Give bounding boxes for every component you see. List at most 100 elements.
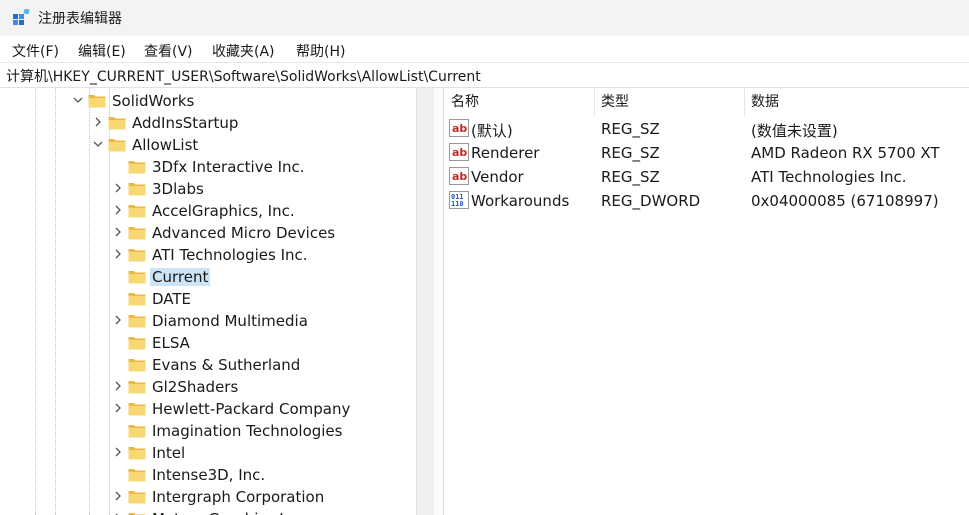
folder-icon (128, 403, 146, 416)
chevron-right-icon[interactable] (112, 182, 124, 194)
folder-icon (128, 447, 146, 460)
value-row[interactable]: ab (默认) REG_SZ (数值未设置) (444, 117, 969, 141)
tree-node-label: Intergraph Corporation (152, 488, 325, 506)
tree-node[interactable]: Intergraph Corporation (4, 486, 416, 508)
value-data: ATI Technologies Inc. (751, 168, 907, 186)
folder-icon (128, 337, 146, 350)
menu-help[interactable]: 帮助(H) (296, 41, 345, 61)
value-type: REG_SZ (601, 168, 660, 186)
value-type: REG_SZ (601, 144, 660, 162)
menu-view[interactable]: 查看(V) (144, 41, 193, 61)
window-title: 注册表编辑器 (38, 11, 122, 27)
tree-node[interactable]: Matrox Graphics Inc. (4, 508, 416, 515)
folder-icon (128, 381, 146, 394)
value-name: (默认) (471, 122, 513, 140)
tree-scrollbar[interactable] (416, 88, 435, 515)
menu-file[interactable]: 文件(F) (12, 41, 59, 61)
title-bar: 注册表编辑器 (0, 0, 969, 36)
tree-node[interactable]: Gl2Shaders (4, 376, 416, 398)
svg-text:ab: ab (452, 146, 467, 159)
tree-node[interactable]: Hewlett-Packard Company (4, 398, 416, 420)
tree-node[interactable]: Evans & Sutherland (4, 354, 416, 376)
tree-node[interactable]: Diamond Multimedia (4, 310, 416, 332)
folder-icon (128, 205, 146, 218)
tree-node-label: ELSA (152, 334, 190, 352)
tree-node[interactable]: ELSA (4, 332, 416, 354)
key-tree[interactable]: SolidWorks AddInsStartup AllowList 3Dfx Int… (4, 88, 416, 515)
chevron-right-icon[interactable] (112, 204, 124, 216)
values-list[interactable]: 名称 类型 数据 ab (默认) REG_SZ (数值未设置) ab Renderer RE… (444, 88, 969, 515)
tree-node[interactable]: Advanced Micro Devices (4, 222, 416, 244)
value-type: REG_DWORD (601, 192, 701, 210)
value-type: REG_SZ (601, 120, 660, 138)
chevron-right-icon[interactable] (112, 226, 124, 238)
column-header-name[interactable]: 名称 (444, 88, 594, 116)
value-row[interactable]: ab Renderer REG_SZ AMD Radeon RX 5700 XT (444, 141, 969, 165)
tree-node[interactable]: AddInsStartup (4, 112, 416, 134)
tree-node-label: AccelGraphics, Inc. (152, 202, 295, 220)
tree-node-label: Intense3D, Inc. (152, 466, 266, 484)
tree-node-label: Evans & Sutherland (152, 356, 301, 374)
chevron-right-icon[interactable] (92, 116, 104, 128)
chevron-right-icon[interactable] (112, 248, 124, 260)
tree-node[interactable]: AllowList (4, 134, 416, 156)
tree-node[interactable]: 3Dlabs (4, 178, 416, 200)
tree-node-label: ATI Technologies Inc. (152, 246, 308, 264)
tree-node[interactable]: Intense3D, Inc. (4, 464, 416, 486)
pane-splitter[interactable] (434, 88, 444, 515)
tree-node-label: Imagination Technologies (152, 422, 343, 440)
chevron-right-icon[interactable] (112, 446, 124, 458)
tree-node[interactable]: Imagination Technologies (4, 420, 416, 442)
chevron-right-icon[interactable] (112, 314, 124, 326)
folder-icon (128, 161, 146, 174)
tree-node-label: AllowList (132, 136, 199, 154)
tree-node[interactable]: Intel (4, 442, 416, 464)
string-value-icon: ab (449, 167, 469, 185)
tree-node-label-selected: Current (150, 268, 211, 286)
value-row[interactable]: ab Vendor REG_SZ ATI Technologies Inc. (444, 165, 969, 189)
tree-node[interactable]: DATE (4, 288, 416, 310)
column-header-data[interactable]: 数据 (744, 88, 969, 116)
chevron-down-icon[interactable] (72, 94, 84, 106)
folder-icon (128, 359, 146, 372)
value-data: AMD Radeon RX 5700 XT (751, 144, 940, 162)
folder-icon (128, 513, 146, 515)
tree-node-label: 3Dlabs (152, 180, 204, 198)
tree-node-label: Matrox Graphics Inc. (150, 510, 308, 515)
tree-node-label: Hewlett-Packard Company (152, 400, 351, 418)
column-header-type[interactable]: 类型 (594, 88, 744, 116)
tree-node-label: DATE (152, 290, 192, 308)
tree-node[interactable]: ATI Technologies Inc. (4, 244, 416, 266)
address-bar[interactable]: 计算机\HKEY_CURRENT_USER\Software\SolidWork… (0, 63, 969, 88)
menu-edit[interactable]: 编辑(E) (78, 41, 126, 61)
folder-icon (128, 425, 146, 438)
tree-node[interactable]: AccelGraphics, Inc. (4, 200, 416, 222)
value-name: Renderer (471, 144, 540, 162)
menu-favorites[interactable]: 收藏夹(A) (212, 41, 275, 61)
string-value-icon: ab (449, 143, 469, 161)
folder-icon (128, 271, 146, 284)
value-row[interactable]: 011 110 Workarounds REG_DWORD 0x04000085 (67… (444, 189, 969, 213)
tree-node[interactable]: SolidWorks (4, 90, 416, 112)
registry-editor-icon (13, 9, 30, 25)
tree-node-label: 3Dfx Interactive Inc. (152, 158, 305, 176)
tree-node[interactable]: 3Dfx Interactive Inc. (4, 156, 416, 178)
value-data: 0x04000085 (67108997) (751, 192, 939, 210)
chevron-right-icon[interactable] (112, 402, 124, 414)
address-path[interactable]: 计算机\HKEY_CURRENT_USER\Software\SolidWork… (6, 66, 481, 86)
folder-icon (88, 95, 106, 108)
chevron-down-icon[interactable] (92, 138, 104, 150)
folder-icon (128, 293, 146, 306)
tree-node[interactable]: Current (4, 266, 416, 288)
chevron-right-icon[interactable] (112, 380, 124, 392)
folder-icon (128, 249, 146, 262)
folder-icon (128, 315, 146, 328)
folder-icon (108, 139, 126, 152)
value-data: (数值未设置) (751, 122, 838, 140)
chevron-right-icon[interactable] (112, 490, 124, 502)
folder-icon (128, 183, 146, 196)
tree-node-label: AddInsStartup (132, 114, 239, 132)
folder-icon (128, 469, 146, 482)
svg-text:110: 110 (451, 200, 464, 208)
string-value-icon: ab (449, 119, 469, 137)
